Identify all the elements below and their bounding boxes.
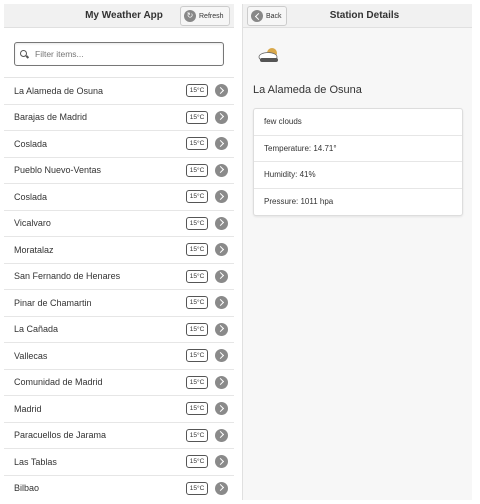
temperature-badge: 15°C bbox=[186, 243, 208, 256]
back-icon bbox=[251, 10, 263, 22]
chevron-right-icon[interactable] bbox=[215, 269, 228, 283]
temperature-badge: 15°C bbox=[186, 322, 208, 336]
refresh-button[interactable]: ↻ Refresh bbox=[180, 6, 230, 26]
list-item[interactable]: Coslada 15°C bbox=[4, 184, 234, 211]
refresh-label: Refresh bbox=[199, 12, 224, 20]
list-item[interactable]: Las Tablas 15°C bbox=[4, 449, 234, 476]
list-item[interactable]: Coslada 15°C bbox=[4, 131, 234, 158]
filter-box[interactable] bbox=[14, 42, 224, 66]
list-item[interactable]: Moratalaz 15°C bbox=[4, 237, 234, 264]
temperature-badge: 15°C bbox=[186, 481, 208, 495]
details-header: Back Station Details bbox=[243, 4, 472, 28]
temperature-badge: 15°C bbox=[186, 110, 208, 124]
humidity-value: Humidity: 41% bbox=[254, 162, 462, 189]
list-item[interactable]: Madrid 15°C bbox=[4, 396, 234, 423]
list-item[interactable]: Vicalvaro 15°C bbox=[4, 210, 234, 237]
temperature-badge: 15°C bbox=[186, 163, 208, 177]
chevron-right-icon[interactable] bbox=[215, 190, 228, 203]
temperature-badge: 15°C bbox=[186, 216, 208, 230]
temperature-badge: 15°C bbox=[186, 349, 208, 362]
chevron-right-icon[interactable] bbox=[215, 216, 228, 230]
pressure-value: Pressure: 1011 hpa bbox=[264, 197, 334, 207]
weather-description: few clouds bbox=[254, 109, 462, 136]
few-clouds-icon bbox=[258, 48, 278, 62]
chevron-right-icon[interactable] bbox=[215, 455, 228, 468]
list-item[interactable]: Pinar de Chamartin 15°C bbox=[4, 290, 234, 317]
temperature-badge: 15°C bbox=[186, 402, 208, 415]
temperature-badge: 15°C bbox=[186, 428, 208, 442]
temperature-badge: 15°C bbox=[186, 455, 208, 468]
chevron-right-icon[interactable] bbox=[215, 84, 228, 97]
back-label: Back bbox=[266, 12, 282, 20]
station-list: La Alameda de Osuna 15°C Barajas de Madrid… bbox=[4, 78, 234, 500]
temperature-badge: 15°C bbox=[186, 84, 208, 97]
list-item[interactable]: Comunidad de Madrid 15°C bbox=[4, 369, 234, 396]
temperature-badge: 15°C bbox=[186, 137, 208, 150]
chevron-right-icon[interactable] bbox=[215, 163, 228, 177]
chevron-right-icon[interactable] bbox=[215, 137, 228, 150]
chevron-right-icon[interactable] bbox=[215, 375, 228, 389]
station-details-panel: Back Station Details La Alameda de Osuna… bbox=[242, 4, 472, 500]
station-list-panel: My Weather App ↻ Refresh La Alameda de O… bbox=[4, 4, 234, 500]
list-item[interactable]: San Fernando de Henares 15°C bbox=[4, 263, 234, 290]
chevron-right-icon[interactable] bbox=[215, 322, 228, 336]
list-item[interactable]: Pueblo Nuevo-Ventas 15°C bbox=[4, 157, 234, 184]
chevron-right-icon[interactable] bbox=[215, 349, 228, 362]
filter-bar bbox=[4, 28, 234, 78]
filter-input[interactable] bbox=[35, 49, 215, 59]
list-item[interactable]: Vallecas 15°C bbox=[4, 343, 234, 370]
details-title: Station Details bbox=[329, 10, 400, 21]
chevron-right-icon[interactable] bbox=[215, 428, 228, 442]
chevron-right-icon[interactable] bbox=[215, 296, 228, 309]
list-header: My Weather App ↻ Refresh bbox=[4, 4, 234, 28]
list-item[interactable]: La Cañada 15°C bbox=[4, 316, 234, 343]
list-item[interactable]: Barajas de Madrid 15°C bbox=[4, 104, 234, 131]
list-item[interactable]: La Alameda de Osuna 15°C bbox=[4, 78, 234, 105]
list-item[interactable]: Paracuellos de Jarama 15°C bbox=[4, 422, 234, 449]
chevron-right-icon[interactable] bbox=[215, 243, 228, 256]
back-button[interactable]: Back bbox=[247, 6, 287, 26]
temperature-value: Temperature: 14.71° bbox=[254, 136, 462, 162]
details-card: few clouds Temperature: 14.71° Humidity:… bbox=[253, 108, 463, 216]
temperature-badge: 15°C bbox=[186, 269, 208, 283]
station-name: La Alameda de Osuna bbox=[253, 84, 362, 96]
temperature-badge: 15°C bbox=[186, 190, 208, 203]
chevron-right-icon[interactable] bbox=[215, 481, 228, 495]
chevron-right-icon[interactable] bbox=[215, 402, 228, 415]
list-item[interactable]: Bilbao 15°C bbox=[4, 475, 234, 500]
temperature-badge: 15°C bbox=[186, 296, 208, 309]
search-icon bbox=[20, 49, 29, 59]
chevron-right-icon[interactable] bbox=[215, 110, 228, 124]
refresh-icon: ↻ bbox=[184, 10, 196, 22]
temperature-badge: 15°C bbox=[186, 375, 208, 389]
